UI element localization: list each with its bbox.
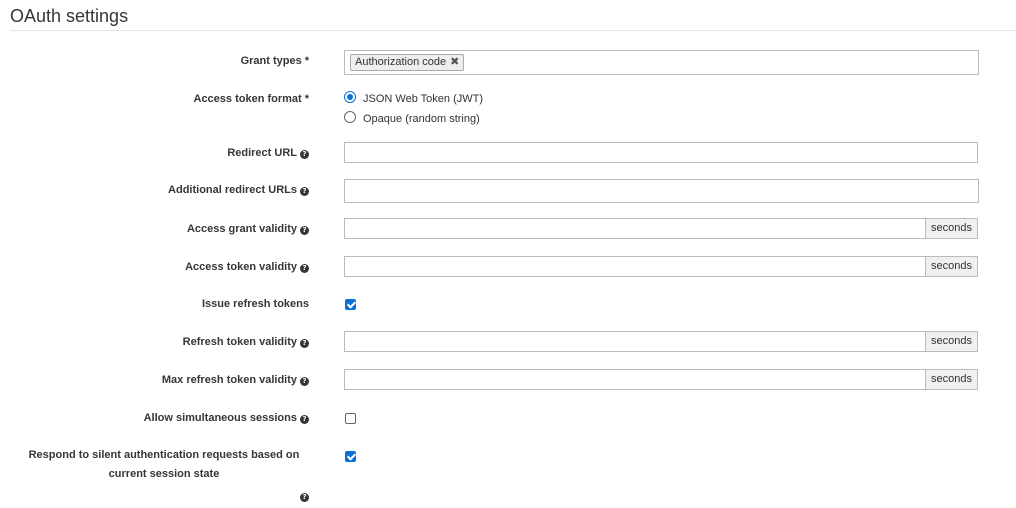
help-icon[interactable]: ? <box>300 226 309 235</box>
grant-types-label: Grant types * <box>240 55 309 67</box>
required-marker: * <box>304 93 309 105</box>
help-icon[interactable]: ? <box>300 415 309 424</box>
access-token-validity-label: Access token validity? <box>185 258 309 276</box>
radio-opaque-label: Opaque (random string) <box>363 113 480 125</box>
help-icon[interactable]: ? <box>300 339 309 348</box>
radio-jwt[interactable]: JSON Web Token (JWT) <box>344 91 483 107</box>
access-grant-validity-input[interactable] <box>344 218 926 239</box>
radio-opaque[interactable]: Opaque (random string) <box>344 111 480 127</box>
radio-jwt-button[interactable] <box>344 91 356 103</box>
additional-redirect-urls-label: Additional redirect URLs? <box>168 181 309 199</box>
access-grant-validity-label: Access grant validity? <box>187 220 309 238</box>
seconds-addon: seconds <box>926 218 978 239</box>
respond-silent-auth-help: ? <box>297 487 309 505</box>
refresh-token-validity-input[interactable] <box>344 331 926 352</box>
max-refresh-token-validity-label: Max refresh token validity? <box>162 371 309 389</box>
radio-opaque-button[interactable] <box>344 111 356 123</box>
grant-type-tag: Authorization code ✖ <box>350 54 465 71</box>
seconds-addon: seconds <box>926 331 978 352</box>
help-icon[interactable]: ? <box>300 493 309 502</box>
respond-silent-auth-checkbox[interactable] <box>345 451 356 462</box>
redirect-url-label: Redirect URL? <box>227 144 309 162</box>
redirect-url-input[interactable] <box>344 142 978 163</box>
remove-tag-icon[interactable]: ✖ <box>450 56 459 68</box>
help-icon[interactable]: ? <box>300 377 309 386</box>
section-divider <box>10 30 1016 31</box>
grant-types-input[interactable]: Authorization code ✖ <box>344 50 979 75</box>
seconds-addon: seconds <box>926 256 978 277</box>
max-refresh-token-validity-input[interactable] <box>344 369 926 390</box>
respond-silent-auth-label: Respond to silent authentication request… <box>28 449 300 480</box>
access-token-validity-input[interactable] <box>344 256 926 277</box>
allow-simultaneous-sessions-label: Allow simultaneous sessions? <box>144 409 309 427</box>
radio-jwt-label: JSON Web Token (JWT) <box>363 93 484 105</box>
issue-refresh-tokens-label: Issue refresh tokens <box>202 298 309 310</box>
additional-redirect-urls-input[interactable] <box>344 179 979 203</box>
refresh-token-validity-label: Refresh token validity? <box>183 333 309 351</box>
help-icon[interactable]: ? <box>300 187 309 196</box>
required-marker: * <box>304 55 309 67</box>
seconds-addon: seconds <box>926 369 978 390</box>
help-icon[interactable]: ? <box>300 150 309 159</box>
section-title: OAuth settings <box>10 6 129 26</box>
issue-refresh-tokens-checkbox[interactable] <box>345 299 356 310</box>
access-token-format-label: Access token format * <box>193 93 310 105</box>
help-icon[interactable]: ? <box>300 264 309 273</box>
allow-simultaneous-sessions-checkbox[interactable] <box>345 413 356 424</box>
grant-type-tag-label: Authorization code <box>355 56 447 68</box>
